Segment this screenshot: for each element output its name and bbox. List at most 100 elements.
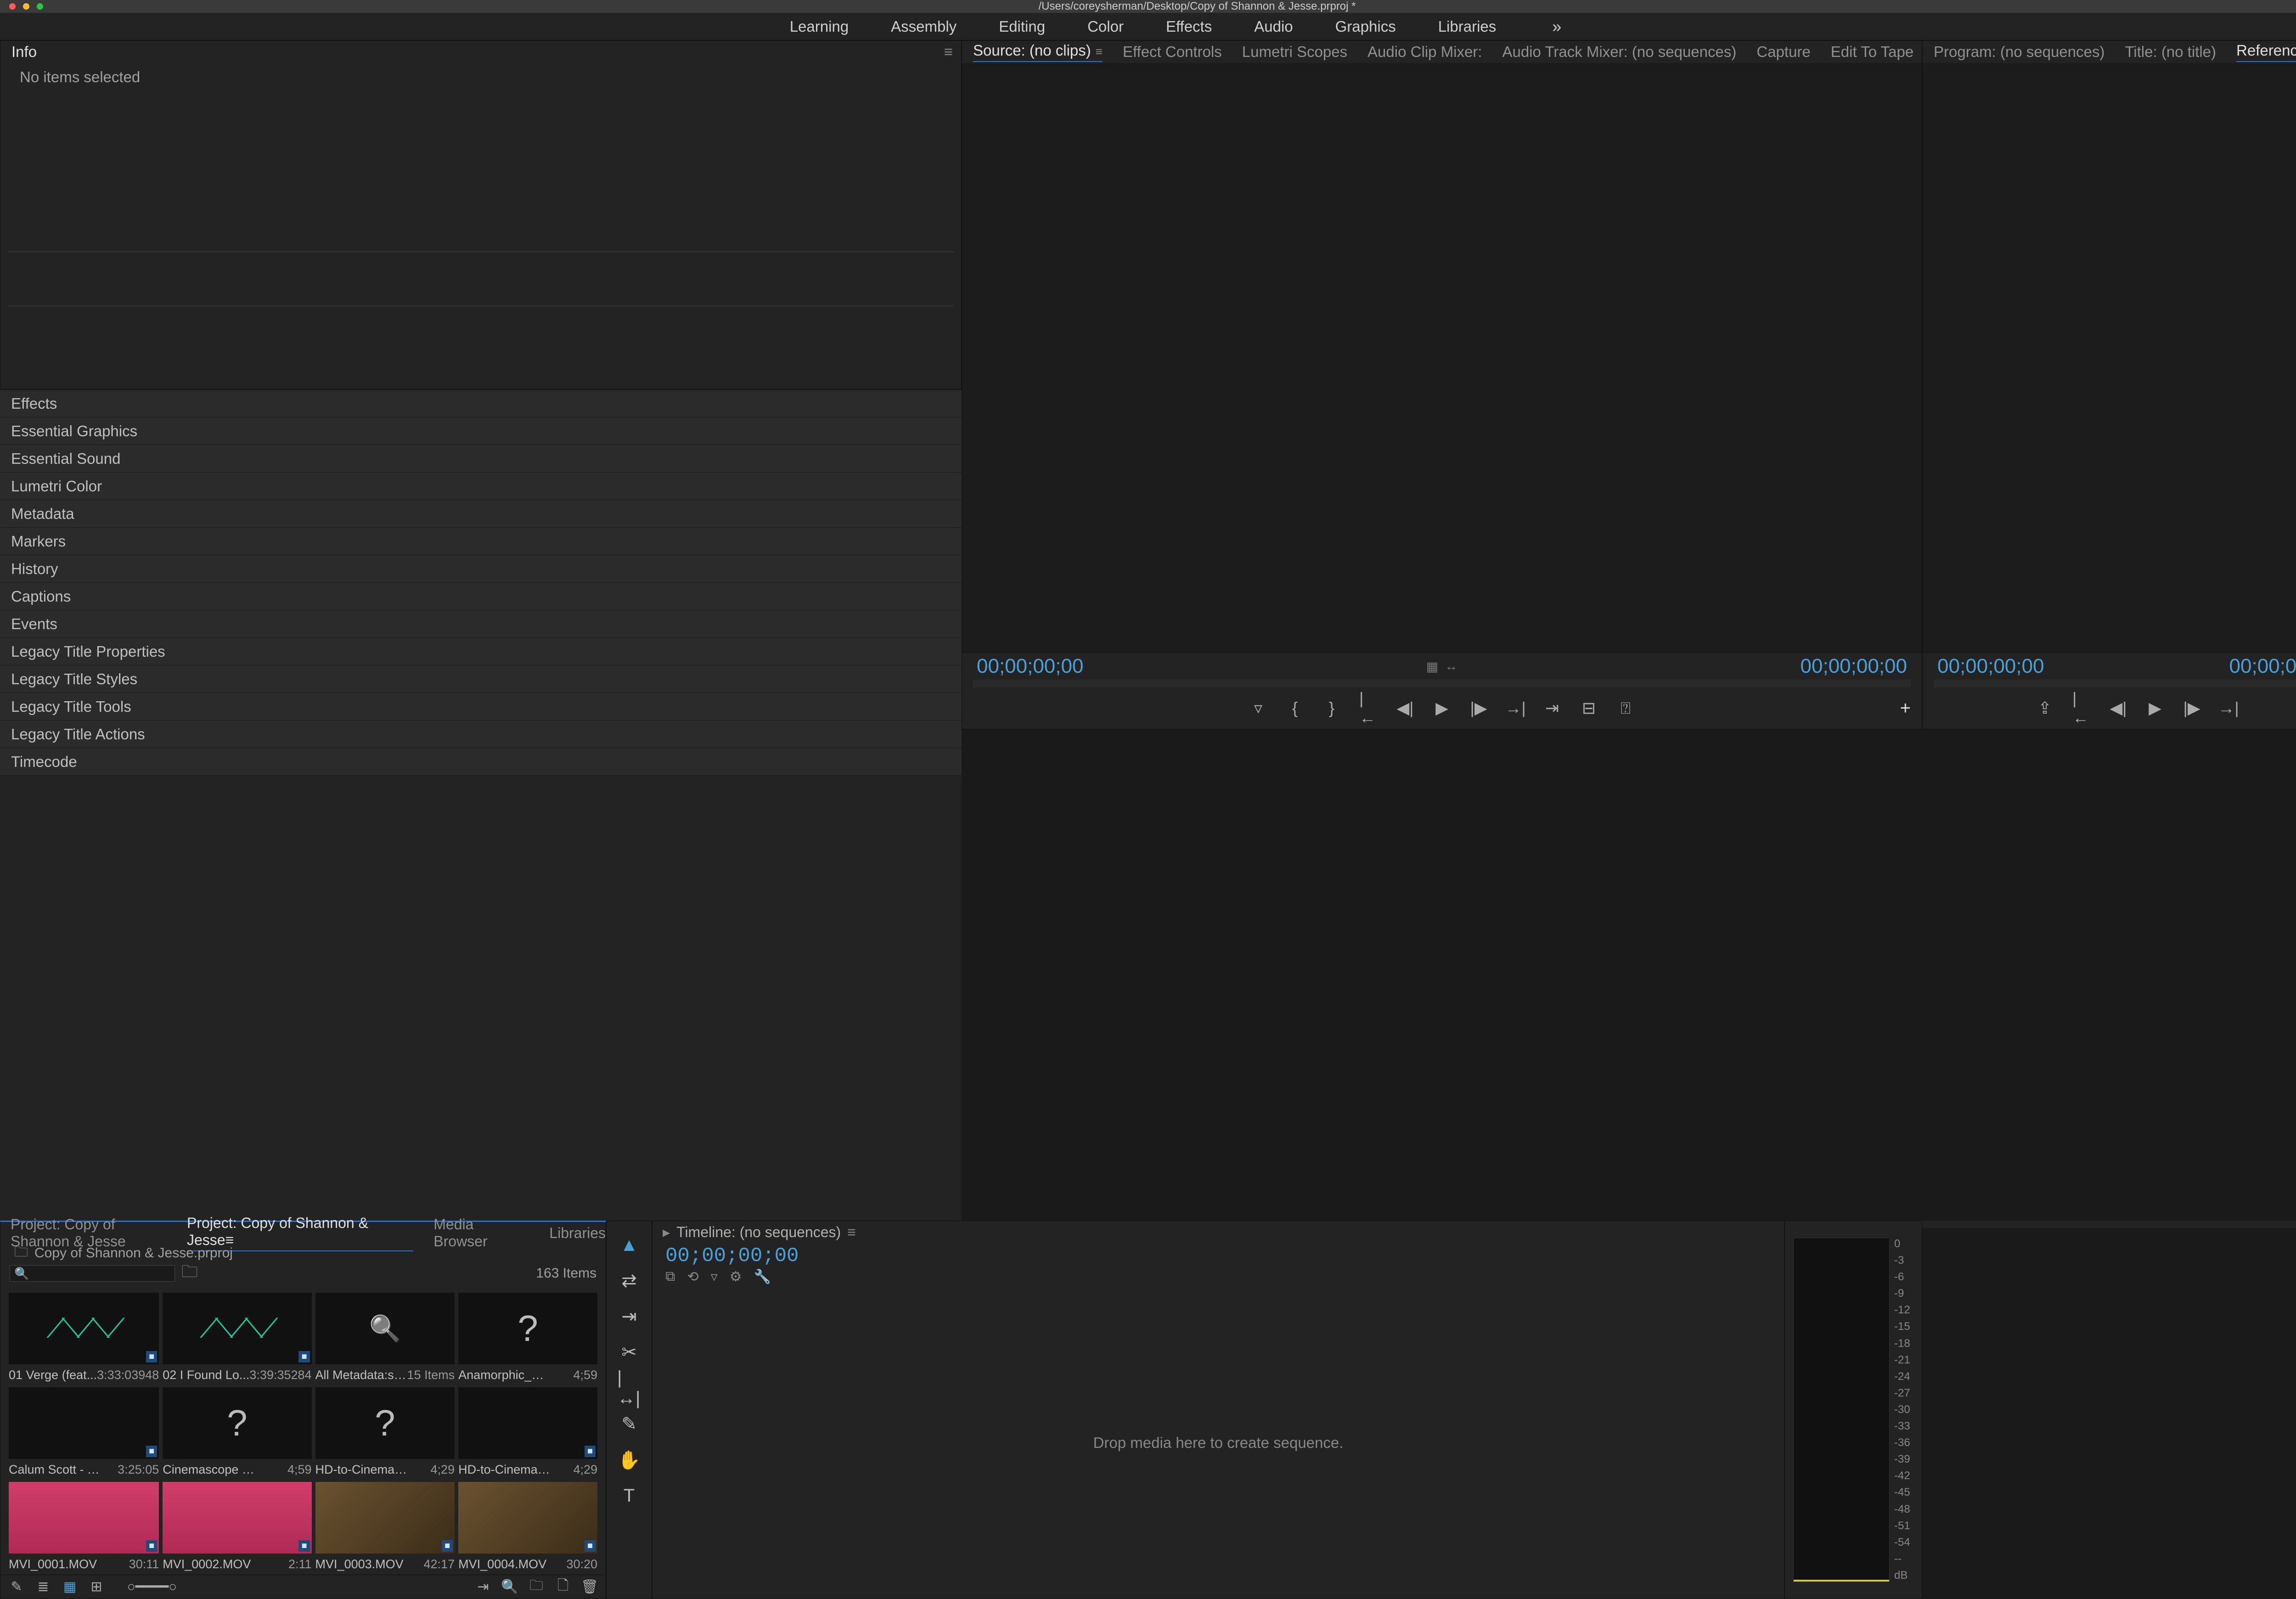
program-monitor[interactable]	[1923, 63, 2296, 653]
new-item-icon[interactable]: 🗋	[555, 1579, 571, 1595]
bin-item[interactable]: ■MVI_0002.MOV2:11	[163, 1482, 311, 1573]
bin-item[interactable]: ■01 Verge (feat...3:33:03948	[9, 1293, 159, 1384]
icon-view-icon[interactable]: ▦	[62, 1579, 78, 1595]
accordion-legacy-title-actions[interactable]: Legacy Title Actions	[0, 721, 962, 748]
overwrite-icon[interactable]: ⊟	[1580, 699, 1598, 717]
go-in-icon[interactable]: |←	[1359, 699, 1378, 717]
accordion-markers[interactable]: Markers	[0, 528, 962, 555]
add-button-icon[interactable]: +	[1900, 698, 1911, 719]
workspace-graphics[interactable]: Graphics	[1335, 18, 1396, 35]
tab-lumetri-scopes[interactable]: Lumetri Scopes	[1242, 43, 1347, 61]
tab-audio-clip-mixer[interactable]: Audio Clip Mixer:	[1367, 43, 1482, 61]
accordion-captions[interactable]: Captions	[0, 583, 962, 610]
step-back-icon[interactable]: ◀|	[2109, 699, 2127, 717]
linked-selection-icon[interactable]: ⟲	[687, 1269, 698, 1287]
freeform-view-icon[interactable]: ⊞	[89, 1579, 104, 1595]
clear-icon[interactable]: 🗑	[582, 1579, 597, 1595]
go-out-icon[interactable]: →|	[1506, 699, 1525, 717]
tab-title[interactable]: Title: (no title)	[2125, 43, 2216, 61]
bin-thumb[interactable]: ■	[458, 1387, 597, 1459]
accordion-events[interactable]: Events	[0, 610, 962, 638]
bin-item[interactable]: HD-to-Cinema-trans...4;29	[315, 1387, 455, 1478]
program-timecode-left[interactable]: 00;00;00;00	[1937, 655, 2044, 678]
step-back-icon[interactable]: ◀|	[1396, 699, 1414, 717]
source-monitor[interactable]	[962, 63, 1922, 653]
mark-in-icon[interactable]: {	[1286, 699, 1304, 717]
timeline-settings-icon[interactable]: ⚙	[730, 1269, 742, 1287]
tab-timeline[interactable]: Timeline: (no sequences)	[676, 1224, 841, 1241]
mark-out-icon[interactable]: }	[1322, 699, 1341, 717]
accordion-essential-graphics[interactable]: Essential Graphics	[0, 417, 962, 445]
accordion-effects[interactable]: Effects	[0, 390, 962, 417]
accordion-legacy-title-tools[interactable]: Legacy Title Tools	[0, 693, 962, 721]
accordion-metadata[interactable]: Metadata	[0, 500, 962, 528]
accordion-lumetri-color[interactable]: Lumetri Color	[0, 473, 962, 500]
snap-icon[interactable]: ⧉	[665, 1269, 675, 1287]
go-in-icon[interactable]: |←	[2072, 699, 2091, 717]
panel-menu-icon[interactable]: ≡	[1096, 45, 1103, 58]
bin-thumb[interactable]	[163, 1387, 311, 1459]
lift-icon[interactable]: ⇪	[2036, 699, 2054, 717]
bin-item[interactable]: ■MVI_0004.MOV30:20	[458, 1482, 597, 1573]
step-fwd-icon[interactable]: |▶	[2183, 699, 2201, 717]
tab-edit-to-tape[interactable]: Edit To Tape	[1831, 43, 1913, 61]
workspace-assembly[interactable]: Assembly	[891, 18, 957, 35]
timeline-caret-icon[interactable]: ▸	[663, 1223, 670, 1241]
close-icon[interactable]	[9, 3, 16, 10]
slip-tool[interactable]: |↔|	[617, 1376, 641, 1400]
list-view-icon[interactable]: ≣	[35, 1579, 51, 1595]
bin-item[interactable]: Anamorphic_Croppi...4;59	[458, 1293, 597, 1384]
accordion-legacy-title-styles[interactable]: Legacy Title Styles	[0, 665, 962, 693]
razor-tool[interactable]: ✂	[617, 1340, 641, 1364]
program-scrubber[interactable]	[1934, 679, 2296, 687]
wrench-icon[interactable]: 🔧	[754, 1269, 771, 1287]
source-fit-controls[interactable]: ▦↔	[1426, 659, 1458, 674]
bin-item[interactable]: ■02 I Found Lo...3:39:35284	[163, 1293, 311, 1384]
source-scrubber[interactable]	[973, 679, 1911, 687]
timeline-timecode[interactable]: 00;00;00;00	[653, 1243, 1784, 1269]
go-out-icon[interactable]: →|	[2219, 699, 2238, 717]
automate-seq-icon[interactable]: ⇥	[475, 1579, 491, 1595]
bin-item[interactable]: All Metadata:se...15 Items	[315, 1293, 455, 1384]
project-writable-icon[interactable]: ✎	[9, 1579, 24, 1595]
find-icon[interactable]: 🔍	[502, 1579, 518, 1595]
bin-thumb[interactable]: ■	[163, 1293, 311, 1364]
project-crumb[interactable]: 🗀 Copy of Shannon & Jesse.prproj	[0, 1244, 606, 1262]
tab-effect-controls[interactable]: Effect Controls	[1123, 43, 1222, 61]
export-frame-icon[interactable]: ⍰	[1616, 699, 1635, 717]
accordion-timecode[interactable]: Timecode	[0, 748, 962, 776]
workspace-libraries[interactable]: Libraries	[1438, 18, 1497, 35]
info-tab[interactable]: Info	[11, 43, 37, 61]
tab-program[interactable]: Program: (no sequences)	[1934, 43, 2105, 61]
bin-thumb[interactable]: ■	[9, 1293, 159, 1364]
step-fwd-icon[interactable]: |▶	[1469, 699, 1488, 717]
ripple-edit-tool[interactable]: ⇥	[617, 1305, 641, 1329]
bin-item[interactable]: Cinemascope 2-35-1...4;59	[163, 1387, 311, 1478]
maximize-icon[interactable]	[37, 3, 43, 10]
play-icon[interactable]: ▶	[1433, 699, 1451, 717]
zoom-slider[interactable]: ○━━━━○	[115, 1579, 189, 1595]
bin-thumb[interactable]	[315, 1293, 455, 1364]
accordion-history[interactable]: History	[0, 555, 962, 583]
accordion-essential-sound[interactable]: Essential Sound	[0, 445, 962, 473]
workspace-editing[interactable]: Editing	[999, 18, 1045, 35]
marker-icon[interactable]: ▿	[1249, 699, 1267, 717]
search-input[interactable]	[10, 1265, 175, 1282]
tab-libraries[interactable]: Libraries	[549, 1225, 606, 1242]
bin-thumb[interactable]: ■	[9, 1387, 159, 1459]
bin-thumb[interactable]	[315, 1387, 455, 1459]
panel-menu-icon[interactable]: ≡	[847, 1224, 856, 1241]
bin-thumb[interactable]: ■	[9, 1482, 159, 1554]
minimize-icon[interactable]	[23, 3, 29, 10]
panel-menu-icon[interactable]: ≡	[944, 43, 953, 61]
workspace-effects[interactable]: Effects	[1166, 18, 1212, 35]
type-tool[interactable]: T	[617, 1484, 641, 1508]
accordion-legacy-title-properties[interactable]: Legacy Title Properties	[0, 638, 962, 665]
workspace-audio[interactable]: Audio	[1254, 18, 1293, 35]
bin-thumb[interactable]: ■	[315, 1482, 455, 1554]
hand-tool[interactable]: ✋	[617, 1448, 641, 1472]
bin-item[interactable]: ■Calum Scott - You...3:25:05	[9, 1387, 159, 1478]
bin-thumb[interactable]	[458, 1293, 597, 1364]
tab-reference[interactable]: Reference: (no sequences)≡	[2236, 42, 2296, 62]
play-icon[interactable]: ▶	[2146, 699, 2164, 717]
